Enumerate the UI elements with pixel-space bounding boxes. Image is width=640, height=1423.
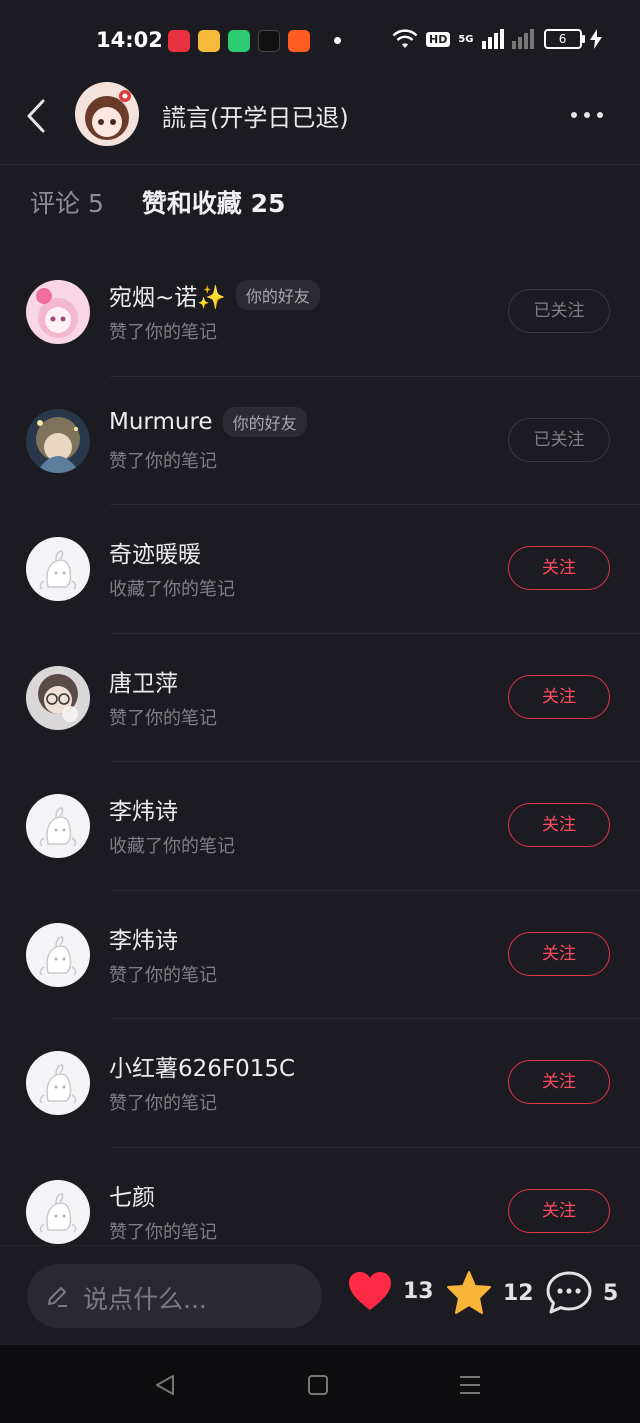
notification-row[interactable]: 奇迹暖暖收藏了你的笔记 关注 — [0, 505, 640, 634]
friend-tag: 你的好友 — [235, 280, 320, 310]
pencil-icon — [48, 1287, 67, 1307]
tab-likes-collects[interactable]: 赞和收藏 25 — [142, 184, 286, 220]
user-avatar[interactable] — [26, 408, 90, 473]
notification-row[interactable]: 李炜诗赞了你的笔记 关注 — [0, 891, 640, 1020]
status-bar: 14:02 HD 5G 6 — [0, 0, 640, 82]
user-name-line: 小红薯626F015C — [109, 1049, 295, 1083]
more-options-icon[interactable] — [571, 112, 603, 118]
tab-bar: 评论 5 赞和收藏 25 — [30, 184, 285, 220]
user-avatar[interactable] — [26, 1179, 90, 1244]
action-text: 赞了你的笔记 — [109, 1093, 217, 1114]
battery-icon: 6 — [543, 29, 585, 49]
follow-button[interactable]: 关注 — [508, 674, 610, 719]
comment-stat[interactable]: 5 — [545, 1270, 618, 1316]
notification-row[interactable]: 李炜诗收藏了你的笔记 关注 — [0, 762, 640, 891]
follow-button[interactable]: 关注 — [508, 1060, 610, 1104]
action-text: 赞了你的笔记 — [109, 322, 217, 343]
user-name[interactable]: 宛烟~诺✨ — [109, 278, 226, 312]
friend-tag: 你的好友 — [222, 406, 307, 437]
notification-row[interactable]: 宛烟~诺✨ 你的好友 赞了你的笔记 已关注 — [0, 248, 640, 377]
star-icon — [447, 1271, 491, 1314]
xiaohongshu-icon — [168, 30, 190, 52]
system-nav-bar — [0, 1345, 640, 1423]
user-avatar[interactable] — [26, 1051, 90, 1115]
signal-icon — [481, 29, 504, 49]
network-type: 5G — [458, 33, 474, 45]
follow-button[interactable]: 关注 — [508, 803, 610, 847]
action-text: 赞了你的笔记 — [109, 964, 217, 986]
action-text: 赞了你的笔记 — [109, 1221, 217, 1243]
user-name-line: 李炜诗 — [109, 792, 178, 826]
action-text: 赞了你的笔记 — [109, 450, 217, 472]
page-title: 謊言(开学日已退) — [162, 104, 349, 132]
followed-button[interactable]: 已关注 — [508, 289, 610, 333]
notification-row[interactable]: 唐卫萍赞了你的笔记 关注 — [0, 634, 640, 763]
user-name-line: Murmure 你的好友 — [109, 406, 307, 437]
hd-icon: HD — [426, 31, 451, 47]
tiktok-icon — [258, 30, 280, 52]
more-dot — [571, 112, 577, 118]
user-name[interactable]: 李炜诗 — [109, 921, 178, 955]
comment-count: 5 — [603, 1280, 619, 1306]
action-text: 赞了你的笔记 — [109, 707, 217, 729]
notification-row[interactable]: Murmure 你的好友 赞了你的笔记 已关注 — [0, 377, 640, 506]
notification-icons — [168, 30, 310, 52]
nav-menu-icon[interactable] — [458, 1373, 482, 1397]
bottom-bar: 说点什么... 13 12 5 — [0, 1245, 640, 1346]
nav-back-icon[interactable] — [153, 1373, 177, 1397]
status-time: 14:02 — [96, 28, 163, 52]
more-dot — [597, 112, 603, 118]
user-name[interactable]: 唐卫萍 — [109, 664, 178, 698]
user-name[interactable]: 李炜诗 — [109, 792, 178, 826]
collect-count: 12 — [503, 1280, 534, 1306]
user-avatar[interactable] — [26, 794, 90, 858]
action-text: 收藏了你的笔记 — [109, 579, 235, 600]
heart-icon — [349, 1272, 391, 1310]
user-name-line: 七颜 — [109, 1178, 155, 1212]
user-avatar[interactable] — [26, 280, 90, 344]
user-name-line: 唐卫萍 — [109, 664, 178, 698]
like-count: 13 — [403, 1278, 434, 1304]
follow-button[interactable]: 关注 — [508, 931, 610, 976]
header: 謊言(开学日已退) — [0, 82, 640, 165]
more-notifications-dot — [334, 37, 341, 44]
nav-home-icon[interactable] — [306, 1373, 330, 1397]
comment-input[interactable]: 说点什么... — [27, 1264, 322, 1328]
system-icons: HD 5G 6 — [392, 28, 602, 50]
follow-button[interactable]: 关注 — [508, 1188, 610, 1233]
author-avatar[interactable] — [75, 82, 139, 146]
comment-bubble-icon — [546, 1271, 592, 1314]
signal-weak-icon — [511, 29, 534, 49]
follow-button[interactable]: 关注 — [508, 546, 610, 590]
user-avatar[interactable] — [26, 537, 90, 601]
phone-icon — [228, 30, 250, 52]
like-stat[interactable]: 13 — [347, 1270, 434, 1312]
user-avatar[interactable] — [26, 665, 90, 730]
followed-button[interactable]: 已关注 — [508, 417, 610, 462]
tab-comments[interactable]: 评论 5 — [30, 184, 104, 220]
user-name[interactable]: 七颜 — [109, 1178, 155, 1212]
wifi-icon — [392, 29, 418, 48]
back-arrow-icon[interactable] — [22, 98, 52, 134]
more-dot — [584, 112, 590, 118]
notification-list: 宛烟~诺✨ 你的好友 赞了你的笔记 已关注 Murmure 你的好友 赞了你的笔记 已关注 奇迹… — [0, 248, 640, 1276]
comment-placeholder: 说点什么... — [83, 1285, 207, 1314]
notification-row[interactable]: 小红薯626F015C 赞了你的笔记 关注 — [0, 1019, 640, 1148]
charging-icon — [589, 29, 602, 49]
collect-stat[interactable]: 12 — [445, 1270, 534, 1316]
user-name-line: 奇迹暖暖 — [109, 535, 201, 569]
user-name[interactable]: 奇迹暖暖 — [109, 535, 201, 569]
user-name-line: 李炜诗 — [109, 921, 178, 955]
kuaishou-icon — [288, 30, 310, 52]
user-name[interactable]: 小红薯626F015C — [109, 1049, 295, 1083]
user-name-line: 宛烟~诺✨ 你的好友 — [109, 278, 320, 312]
user-name[interactable]: Murmure — [109, 409, 213, 435]
weibo-icon — [198, 30, 220, 52]
action-text: 收藏了你的笔记 — [109, 836, 235, 857]
user-avatar[interactable] — [26, 922, 90, 987]
